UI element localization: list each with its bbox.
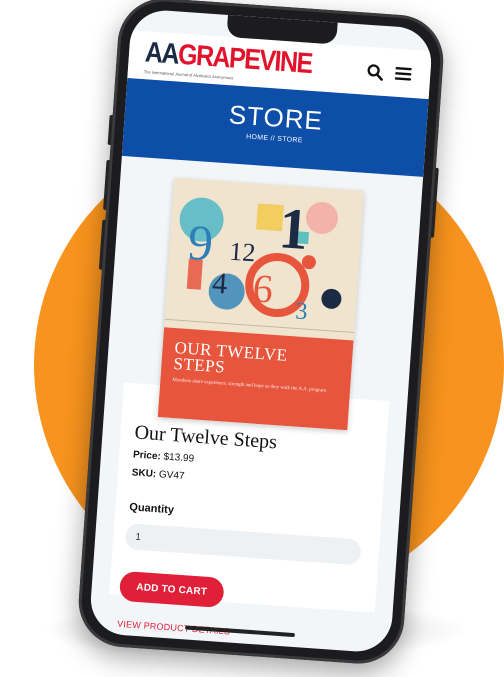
hamburger-menu-icon[interactable] (394, 66, 413, 82)
cover-artwork: 1 9 12 4 6 3 (164, 177, 365, 341)
product-title: Our Twelve Steps (133, 421, 278, 454)
quantity-input[interactable] (124, 523, 362, 566)
phone-screen: AAGRAPEVINE The International Journal of… (88, 8, 434, 654)
product-sku: SKU: GV47 (131, 467, 184, 482)
cover-title-panel: OUR TWELVE STEPS Members share experienc… (157, 327, 354, 431)
svg-text:9: 9 (186, 214, 215, 272)
price-label: Price: (132, 449, 162, 463)
product-price: Price: $13.99 (133, 449, 195, 464)
svg-text:4: 4 (211, 267, 228, 301)
svg-text:6: 6 (251, 265, 274, 311)
cover-title: OUR TWELVE STEPS (172, 338, 289, 377)
sku-label: SKU: (131, 467, 157, 481)
product-cover-image: 1 9 12 4 6 3 OUR TWELVE STEPS Members sh… (157, 177, 365, 431)
search-icon[interactable] (366, 63, 385, 82)
price-value: $13.99 (163, 451, 195, 465)
phone-mockup: AAGRAPEVINE The International Journal of… (75, 0, 447, 667)
svg-text:1: 1 (277, 195, 310, 262)
site-logo[interactable]: AAGRAPEVINE The International Journal of… (144, 36, 313, 86)
quantity-label: Quantity (128, 501, 175, 517)
svg-text:12: 12 (228, 237, 256, 268)
svg-text:3: 3 (295, 298, 309, 325)
add-to-cart-button[interactable]: ADD TO CART (118, 570, 225, 608)
phone-body: AAGRAPEVINE The International Journal of… (75, 0, 447, 667)
sku-value: GV47 (158, 469, 185, 483)
